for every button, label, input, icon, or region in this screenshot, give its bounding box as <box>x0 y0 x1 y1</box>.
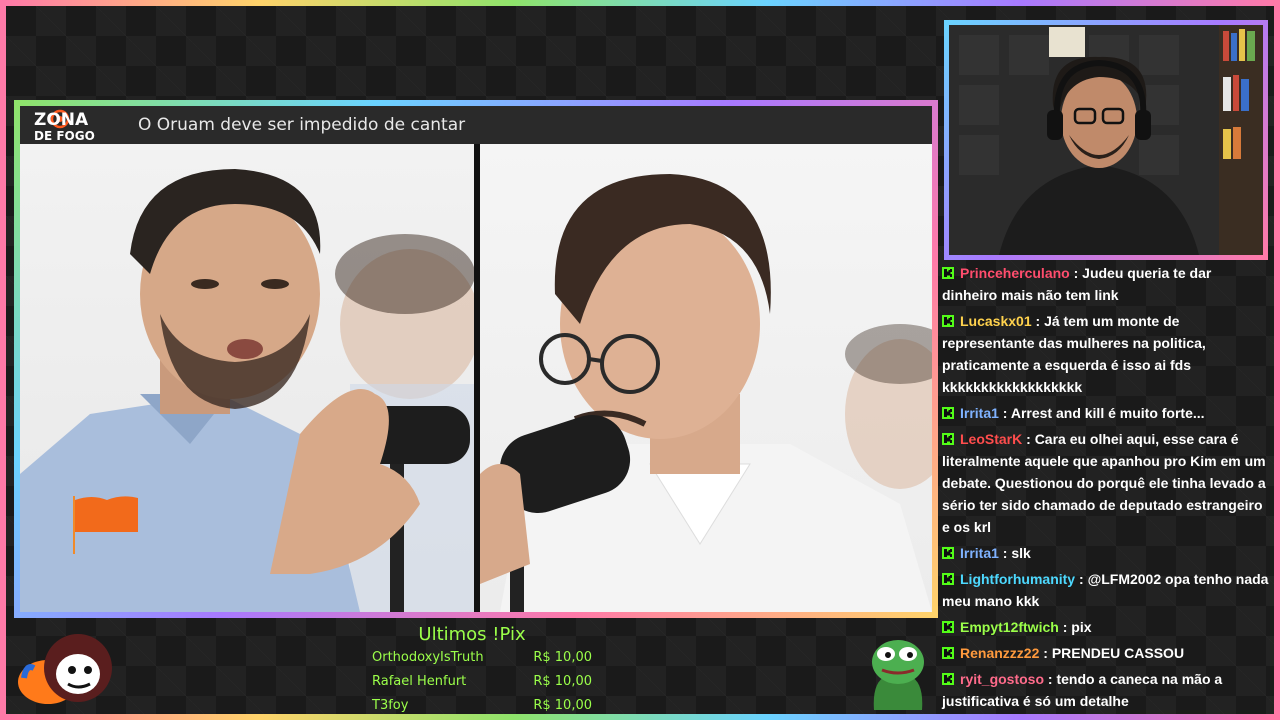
cartoon-avatar-icon <box>16 628 120 708</box>
pix-amount: R$ 10,00 <box>533 674 592 689</box>
pix-name: T3foy <box>372 698 409 713</box>
pepe-frog-icon <box>866 632 930 710</box>
chat-separator: : <box>1058 619 1072 635</box>
kick-badge-icon <box>942 407 954 419</box>
logo-line1: ZONA <box>34 110 89 130</box>
chat-username[interactable]: LeoStarK <box>960 431 1022 447</box>
pix-name: OrthodoxyIsTruth <box>372 650 484 665</box>
chat-username[interactable]: Princeherculano <box>960 265 1070 281</box>
kick-badge-icon <box>942 547 954 559</box>
chat-text: pix <box>1071 619 1092 635</box>
video-panel-right <box>480 144 932 612</box>
chat-separator: : <box>1075 571 1088 587</box>
chat-separator: : <box>1031 313 1045 329</box>
kick-badge-icon <box>942 433 954 445</box>
chat-username[interactable]: Lightforhumanity <box>960 571 1075 587</box>
flag-icon <box>72 492 142 554</box>
chat-username[interactable]: Irrita1 <box>960 545 999 561</box>
pix-title: Ultimos !Pix <box>418 624 526 645</box>
pix-amount: R$ 10,00 <box>533 698 592 713</box>
chat-text: Arrest and kill é muito forte... <box>1010 405 1205 421</box>
pix-row: Rafael Henfurt R$ 10,00 <box>372 670 592 694</box>
chat-message: Irrita1 : slk <box>942 542 1270 564</box>
chat-separator: : <box>998 545 1012 561</box>
chat-username[interactable]: ryit_gostoso <box>960 671 1044 687</box>
pix-amount: R$ 10,00 <box>533 650 592 665</box>
chat-separator: : <box>1022 431 1035 447</box>
chat-panel: Princeherculano : Judeu queria te dar di… <box>940 262 1272 714</box>
kick-badge-icon <box>942 315 954 327</box>
chat-username[interactable]: Irrita1 <box>960 405 999 421</box>
chat-separator: : <box>1069 265 1083 281</box>
chat-message: Lucaskx01 : Já tem um monte de represent… <box>942 310 1270 398</box>
chat-message: Lightforhumanity : @LFM2002 opa tenho na… <box>942 568 1270 612</box>
chat-text: slk <box>1011 545 1031 561</box>
kick-badge-icon <box>942 267 954 279</box>
chat-separator: : <box>1039 645 1052 661</box>
chat-message: Princeherculano : Judeu queria te dar di… <box>942 262 1270 306</box>
chat-username[interactable]: Renanzzz22 <box>960 645 1039 661</box>
chat-message: Renanzzz22 : PRENDEU CASSOU <box>942 642 1270 664</box>
video-title: O Oruam deve ser impedido de cantar <box>138 115 466 135</box>
chat-separator: : <box>1044 671 1057 687</box>
chat-message: LeoStarK : Cara eu olhei aqui, esse cara… <box>942 428 1270 538</box>
pix-row: OrthodoxyIsTruth R$ 10,00 <box>372 646 592 670</box>
chat-separator: : <box>998 405 1011 421</box>
kick-badge-icon <box>942 673 954 685</box>
kick-badge-icon <box>942 647 954 659</box>
chat-username[interactable]: Empyt12ftwich <box>960 619 1059 635</box>
pix-list: OrthodoxyIsTruth R$ 10,00 Rafael Henfurt… <box>372 646 592 718</box>
pix-row: T3foy R$ 10,00 <box>372 694 592 718</box>
facecam <box>944 20 1268 260</box>
chat-message: ryit_gostoso : tendo a caneca na mão a j… <box>942 668 1270 712</box>
chat-username[interactable]: Lucaskx01 <box>960 313 1032 329</box>
zona-de-fogo-logo: ZONA DE FOGO <box>34 108 126 142</box>
video-title-bar: ZONA DE FOGO O Oruam deve ser impedido d… <box>20 106 932 144</box>
main-video[interactable]: ZONA DE FOGO O Oruam deve ser impedido d… <box>14 100 938 618</box>
chat-text: PRENDEU CASSOU <box>1051 645 1185 661</box>
kick-badge-icon <box>942 621 954 633</box>
chat-message: Empyt12ftwich : pix <box>942 616 1270 638</box>
logo-line2: DE FOGO <box>34 129 95 142</box>
chat-message: Irrita1 : Arrest and kill é muito forte.… <box>942 402 1270 424</box>
pix-name: Rafael Henfurt <box>372 674 467 689</box>
kick-badge-icon <box>942 573 954 585</box>
